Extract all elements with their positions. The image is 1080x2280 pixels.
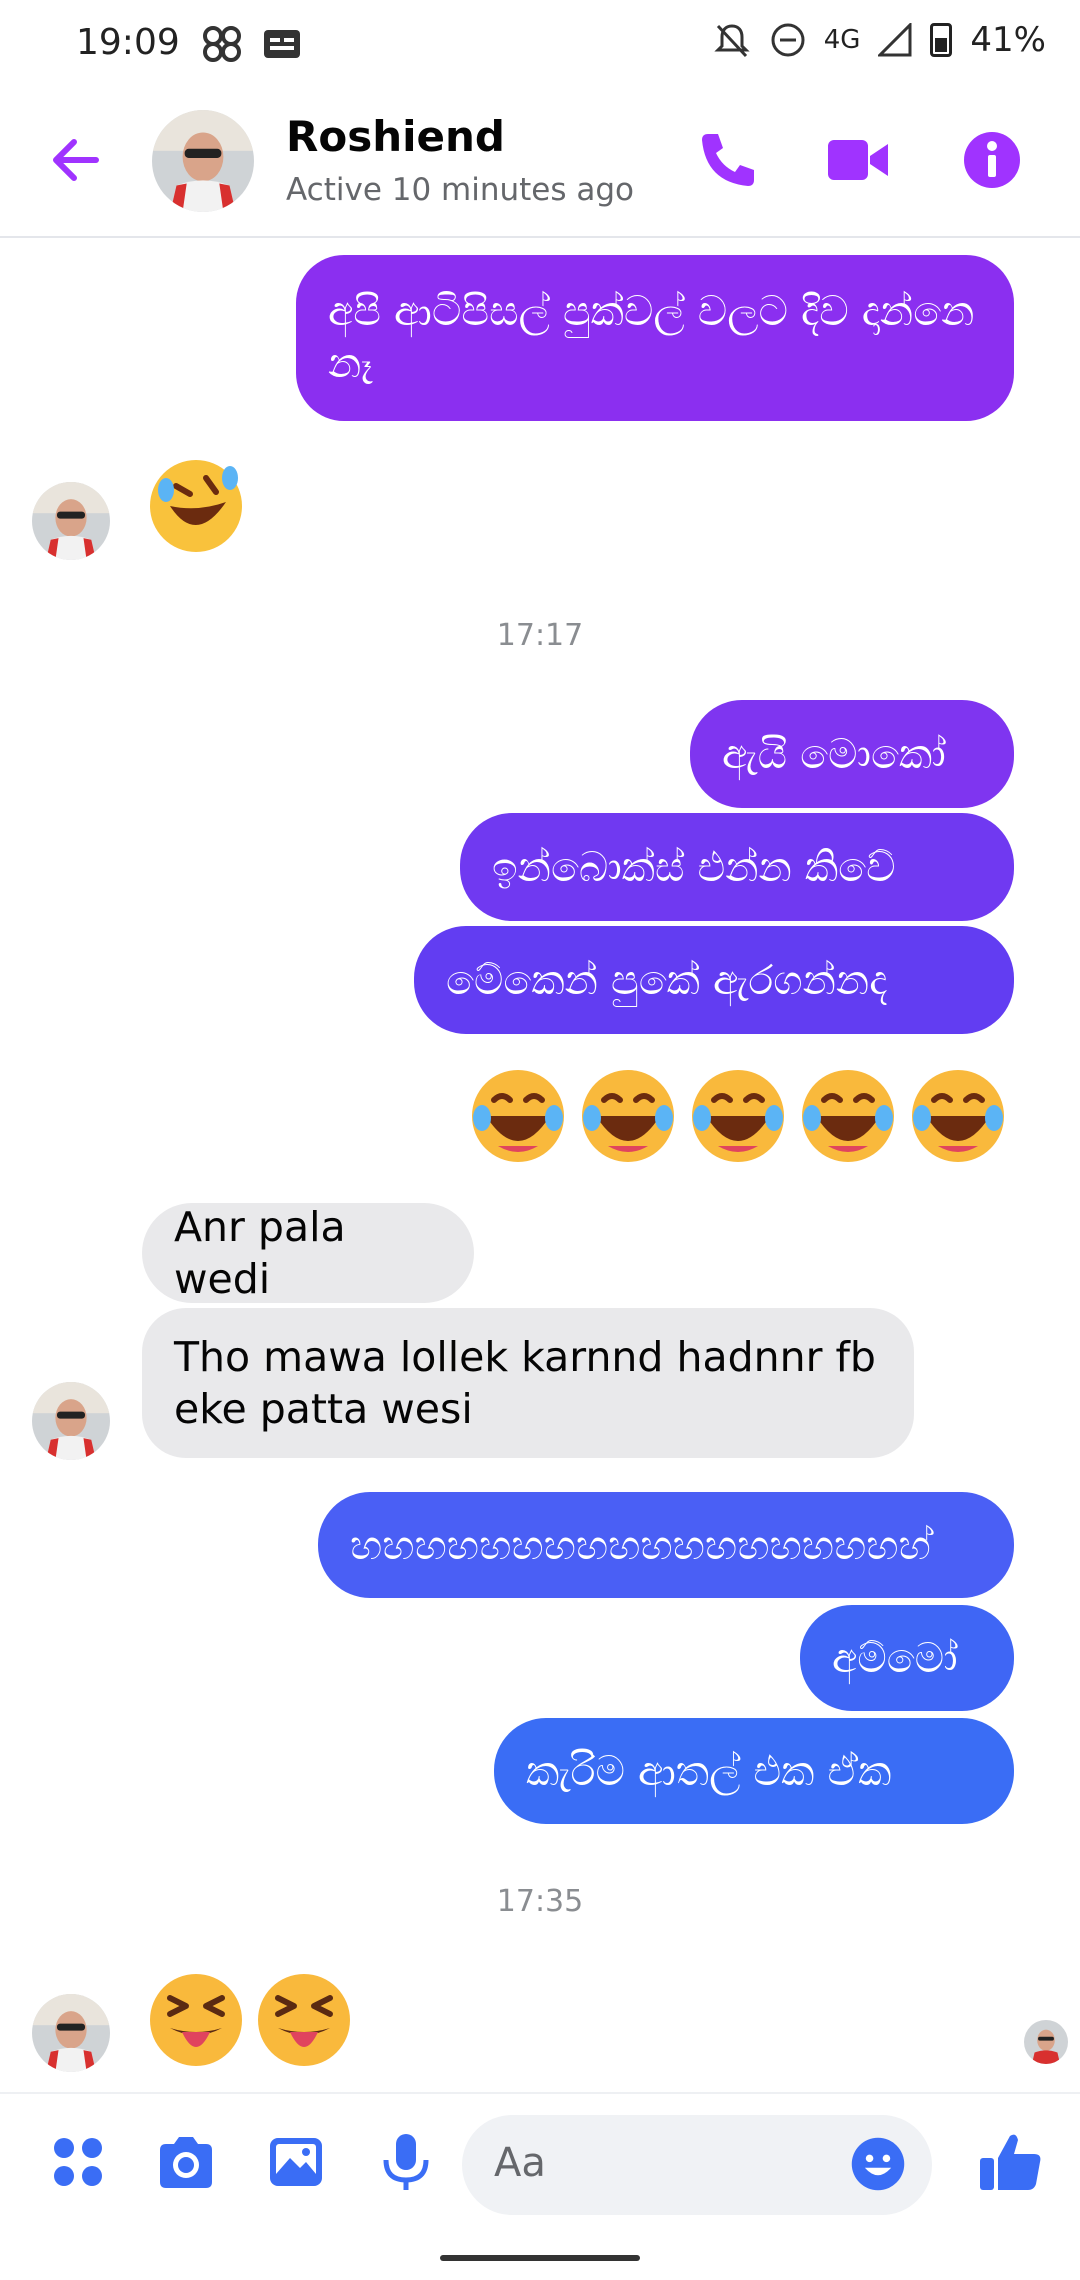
message-bubble-outgoing[interactable]: මේකෙන් පුකේ ඇරගන්නද [414,926,1014,1034]
battery-icon [930,23,953,57]
tears-of-joy-emoji-icon[interactable] [798,1066,898,1166]
back-arrow-icon[interactable] [44,128,108,192]
contact-avatar[interactable] [152,110,254,212]
video-camera-icon[interactable] [822,124,894,196]
seen-receipt-avatar [1024,2020,1068,2064]
tears-of-joy-emoji-icon[interactable] [688,1066,788,1166]
battery-level: 41% [970,20,1046,60]
status-bar: 19:09 4G 41% [0,0,1080,90]
message-text: කැරිම ආතල් එක ඒක [526,1747,892,1795]
app-notification-icon [203,26,241,62]
contact-name[interactable]: Roshiend [286,112,505,161]
message-text: හහහහහහහහහහහහහහහහහහ් [350,1521,931,1569]
microphone-icon[interactable] [374,2130,438,2194]
active-status: Active 10 minutes ago [286,172,635,208]
message-bubble-outgoing[interactable]: ඉන්බොක්ස් එන්න කිවේ [460,813,1014,921]
status-right: 4G 41% [712,20,1046,60]
message-bubble-outgoing[interactable]: අපි ආටිපිසල් පුක්වල් වලට දිව දාන්නෙ නෑ [296,255,1014,421]
message-input-placeholder: Aa [494,2140,546,2186]
message-text: අපි ආටිපිසල් පුක්වල් වලට දිව දාන්නෙ නෑ [328,287,975,387]
message-bubble-outgoing[interactable]: කැරිම ආතල් එක ඒක [494,1718,1014,1824]
contact-avatar-small [32,1994,110,2072]
rolling-laughing-emoji-icon[interactable] [146,456,246,556]
squinting-tongue-emoji-icon[interactable] [146,1970,246,2070]
tears-of-joy-emoji-icon[interactable] [578,1066,678,1166]
contact-avatar-small [32,1382,110,1460]
squinting-tongue-emoji-icon[interactable] [254,1970,354,2070]
message-text: මේකෙන් පුකේ ඇරගන්නද [446,956,888,1004]
network-type: 4G [823,25,861,55]
notifications-off-icon [714,24,750,58]
tears-of-joy-emoji-icon[interactable] [908,1066,1008,1166]
home-indicator[interactable] [440,2255,640,2261]
apps-icon[interactable] [46,2130,110,2194]
camera-icon[interactable] [154,2130,218,2194]
message-bubble-outgoing[interactable]: ඇයි මොකෝ [690,700,1014,808]
message-bubble-incoming[interactable]: Tho mawa lollek karnnd hadnnr fb eke pat… [142,1308,914,1458]
message-text: Tho mawa lollek karnnd hadnnr fb eke pat… [174,1333,876,1433]
conversation-header: Roshiend Active 10 minutes ago [0,90,1080,238]
thumbs-up-icon[interactable] [974,2126,1046,2198]
signal-icon [878,23,912,57]
message-bubble-incoming[interactable]: Anr pala wedi [142,1203,474,1303]
message-bubble-outgoing[interactable]: අම්මෝ [800,1605,1014,1711]
status-time: 19:09 [76,22,180,63]
tears-of-joy-emoji-icon[interactable] [468,1066,568,1166]
message-text: අම්මෝ [832,1634,958,1682]
message-bubble-outgoing[interactable]: හහහහහහහහහහහහහහහහහහ් [318,1492,1014,1598]
news-icon [264,30,300,58]
do-not-disturb-icon [771,23,805,57]
emoji-icon[interactable] [848,2134,908,2194]
message-text: ඇයි මොකෝ [722,730,946,778]
message-text: ඉන්බොක්ස් එන්න කිවේ [492,843,896,891]
timestamp: 17:35 [496,1884,584,1919]
info-icon[interactable] [956,124,1028,196]
gallery-icon[interactable] [264,2130,328,2194]
phone-icon[interactable] [692,124,764,196]
contact-avatar-small [32,482,110,560]
message-text: Anr pala wedi [174,1203,346,1303]
timestamp: 17:17 [496,618,584,653]
